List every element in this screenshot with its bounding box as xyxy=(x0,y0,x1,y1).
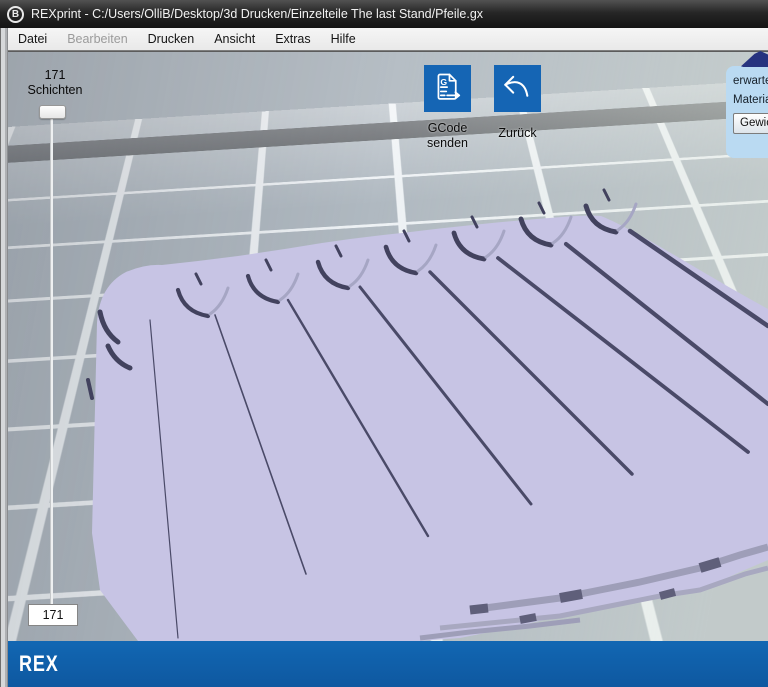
svg-text:G: G xyxy=(440,77,447,87)
title-bar: B REXprint - C:/Users/OlliB/Desktop/3d D… xyxy=(0,0,768,28)
menu-bar: Datei Bearbeiten Drucken Ansicht Extras … xyxy=(8,28,768,51)
layer-slider-handle[interactable] xyxy=(39,105,66,119)
menu-item-ansicht[interactable]: Ansicht xyxy=(204,29,265,49)
gcode-send-label: GCode senden xyxy=(409,121,486,150)
rex-brand-label: REX xyxy=(19,651,59,677)
menu-item-extras[interactable]: Extras xyxy=(265,29,320,49)
menu-item-drucken[interactable]: Drucken xyxy=(138,29,205,49)
model-3d-preview[interactable] xyxy=(0,50,768,641)
window-left-border xyxy=(0,28,8,687)
gcode-document-icon: G xyxy=(429,69,466,109)
weight-button[interactable]: Gewich xyxy=(733,113,768,134)
back-label: Zurück xyxy=(486,126,549,141)
back-arrow-icon xyxy=(499,69,536,109)
rexprint-logo-icon: B xyxy=(7,6,24,23)
material-label: Materia xyxy=(733,94,768,106)
menu-item-datei[interactable]: Datei xyxy=(8,29,57,49)
layer-count: 171 xyxy=(19,68,91,83)
gcode-send-button[interactable]: G xyxy=(424,65,471,112)
status-bar: REX xyxy=(8,641,768,687)
back-button[interactable] xyxy=(494,65,541,112)
layer-slider-track[interactable] xyxy=(50,117,53,606)
gcode-label-line1: GCode xyxy=(409,121,486,136)
layer-unit: Schichten xyxy=(19,83,91,98)
menu-item-hilfe[interactable]: Hilfe xyxy=(321,29,366,49)
expected-time-label: erwarte xyxy=(733,75,768,87)
print-info-panel: erwarte Materia Gewich xyxy=(726,66,768,158)
menu-item-bearbeiten: Bearbeiten xyxy=(57,29,137,49)
layer-value-box: 171 xyxy=(28,604,78,626)
layer-count-label: 171 Schichten xyxy=(19,68,91,98)
window-title: REXprint - C:/Users/OlliB/Desktop/3d Dru… xyxy=(31,7,483,21)
gcode-label-line2: senden xyxy=(409,136,486,151)
